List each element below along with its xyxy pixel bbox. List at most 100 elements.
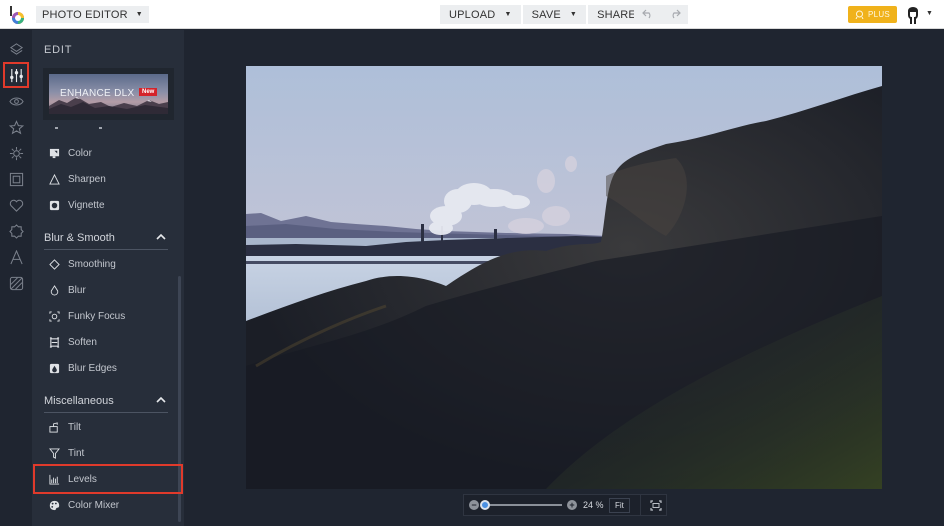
tool-color-mixer[interactable]: Color Mixer [44,493,168,517]
history-controls [634,5,688,24]
enhance-dlx-banner[interactable]: ENHANCE DLX New [43,68,174,120]
heart-icon [9,199,23,212]
tool-label: Sharpen [68,173,106,185]
zoom-in-icon[interactable]: + [567,500,577,510]
vignette-icon [49,200,60,210]
rail-item-layers[interactable] [3,36,29,62]
rail-item-effects[interactable] [3,114,29,140]
tool-label: Blur Edges [68,362,117,374]
upload-label: UPLOAD [449,8,496,21]
rail-item-frames[interactable] [3,166,29,192]
eye-icon [8,96,24,106]
frame-icon [9,172,23,186]
banner-image: ENHANCE DLX New [49,74,168,114]
caret-down-icon: ▼ [504,11,512,18]
gear-flower-icon [9,146,23,160]
partial-item [54,127,102,130]
triangle-icon [49,173,60,185]
rail-item-text[interactable] [3,244,29,270]
save-label: SAVE [531,8,561,21]
blur-edges-icon [49,363,60,373]
funnel-icon [49,447,60,459]
palette-icon [49,500,60,510]
section-miscellaneous[interactable]: Miscellaneous [44,389,168,413]
diamond-icon [49,258,60,270]
color-icon [49,148,60,158]
section-blur-smooth[interactable]: Blur & Smooth [44,226,168,250]
tool-tilt[interactable]: Tilt [44,415,168,439]
zoom-value: 24 % [583,500,604,510]
tool-label: Vignette [68,199,105,211]
levels-highlight-box [33,464,183,494]
caret-down-icon: ▼ [135,11,143,18]
banner-title: ENHANCE DLX [60,88,135,99]
plus-upgrade-button[interactable]: PLUS [848,6,897,23]
text-icon [9,249,23,264]
tool-rail [0,30,32,526]
photo-canvas[interactable] [246,66,882,489]
tool-color[interactable]: Color [44,141,168,165]
rail-item-touch-up[interactable] [3,88,29,114]
file-actions: UPLOAD ▼ SAVE ▼ SHARE ▼ [440,5,662,24]
fit-button[interactable]: Fit [609,497,630,513]
section-title: Miscellaneous [44,394,114,407]
upload-button[interactable]: UPLOAD ▼ [440,5,521,24]
panel-title: EDIT [44,44,73,56]
new-badge: New [139,88,158,96]
tool-label: Tint [68,447,85,459]
edit-panel: EDIT ENHANCE DLX New Color Sharpen Vigne… [32,30,184,526]
rail-item-patterns[interactable] [3,270,29,296]
top-bar: PHOTO EDITOR ▼ UPLOAD ▼ SAVE ▼ SHARE ▼ P… [0,0,944,29]
chevron-up-icon[interactable] [156,395,166,406]
rail-item-graphics[interactable] [3,192,29,218]
chevron-up-icon[interactable] [156,232,166,243]
rail-item-edit[interactable] [3,62,29,88]
save-button[interactable]: SAVE ▼ [522,5,587,24]
redo-icon[interactable] [669,8,681,22]
tool-label: Funky Focus [68,310,126,322]
tool-smoothing[interactable]: Smoothing [44,252,168,276]
tool-label: Blur [68,284,86,296]
tool-funky-focus[interactable]: Funky Focus [44,304,168,328]
tool-label: Color [68,147,92,159]
photo-editor-label: PHOTO EDITOR [42,8,128,21]
plus-label: PLUS [867,10,891,19]
rail-item-textures[interactable] [3,218,29,244]
tool-label: Soften [68,336,97,348]
tilt-icon [49,421,58,433]
app-logo-icon[interactable] [8,5,26,25]
star-icon [8,119,24,134]
divider [639,495,641,515]
plus-badge-icon [855,10,864,19]
zoom-control-bar: − + 24 % Fit [463,494,667,516]
tool-sharpen[interactable]: Sharpen [44,167,168,191]
tool-label: Color Mixer [68,499,120,511]
landscape-photo [246,66,882,489]
account-caret-icon[interactable]: ▼ [926,10,933,17]
caret-down-icon: ▼ [569,11,578,18]
zoom-out-icon[interactable]: − [469,500,479,510]
tool-label: Smoothing [68,258,116,270]
soften-icon [49,336,60,348]
badge-icon [8,223,24,239]
sliders-icon [9,68,23,82]
avatar[interactable] [906,5,920,25]
fullscreen-icon[interactable] [650,499,662,511]
zoom-slider-thumb[interactable] [479,500,490,510]
drop-icon [50,284,59,295]
hatch-icon [9,276,23,290]
rail-item-overlays[interactable] [3,140,29,166]
tool-blur-edges[interactable]: Blur Edges [44,356,168,380]
undo-icon[interactable] [641,8,654,22]
tool-label: Tilt [68,421,81,433]
tool-soften[interactable]: Soften [44,330,168,354]
layers-icon [9,42,23,55]
zoom-slider[interactable] [479,500,562,510]
focus-icon [49,310,60,322]
tool-tint[interactable]: Tint [44,441,168,465]
share-label: SHARE [597,8,636,21]
tool-blur[interactable]: Blur [44,278,168,302]
tool-vignette[interactable]: Vignette [44,193,168,217]
photo-editor-menu[interactable]: PHOTO EDITOR ▼ [36,6,149,23]
section-title: Blur & Smooth [44,231,115,244]
